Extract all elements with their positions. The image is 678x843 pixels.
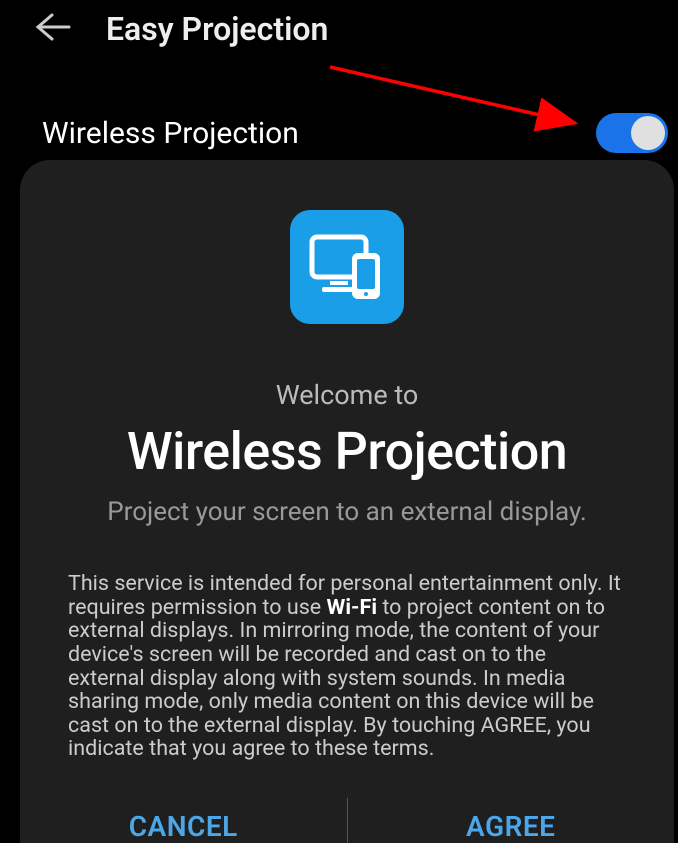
dialog-welcome-text: Welcome to: [276, 379, 419, 411]
dialog-body-bold: Wi-Fi: [327, 595, 377, 620]
toggle-thumb: [631, 116, 665, 150]
header-bar: Easy Projection: [0, 0, 678, 73]
wireless-projection-setting: Wireless Projection: [0, 113, 678, 153]
cancel-button[interactable]: CANCEL: [20, 781, 347, 843]
dialog-body-post: to project content on to external displa…: [68, 595, 605, 762]
welcome-dialog: Welcome to Wireless Projection Project y…: [20, 160, 674, 843]
dialog-subtitle: Project your screen to an external displ…: [107, 497, 587, 527]
dialog-body-text: This service is intended for personal en…: [60, 572, 634, 761]
projection-app-icon: [290, 210, 404, 324]
dialog-title: Wireless Projection: [127, 421, 567, 482]
setting-label: Wireless Projection: [42, 116, 299, 151]
agree-button[interactable]: AGREE: [348, 781, 675, 843]
wireless-projection-toggle[interactable]: [596, 113, 668, 153]
back-arrow-icon[interactable]: [35, 12, 71, 46]
page-title: Easy Projection: [106, 10, 328, 48]
dialog-footer: CANCEL AGREE: [20, 781, 674, 843]
